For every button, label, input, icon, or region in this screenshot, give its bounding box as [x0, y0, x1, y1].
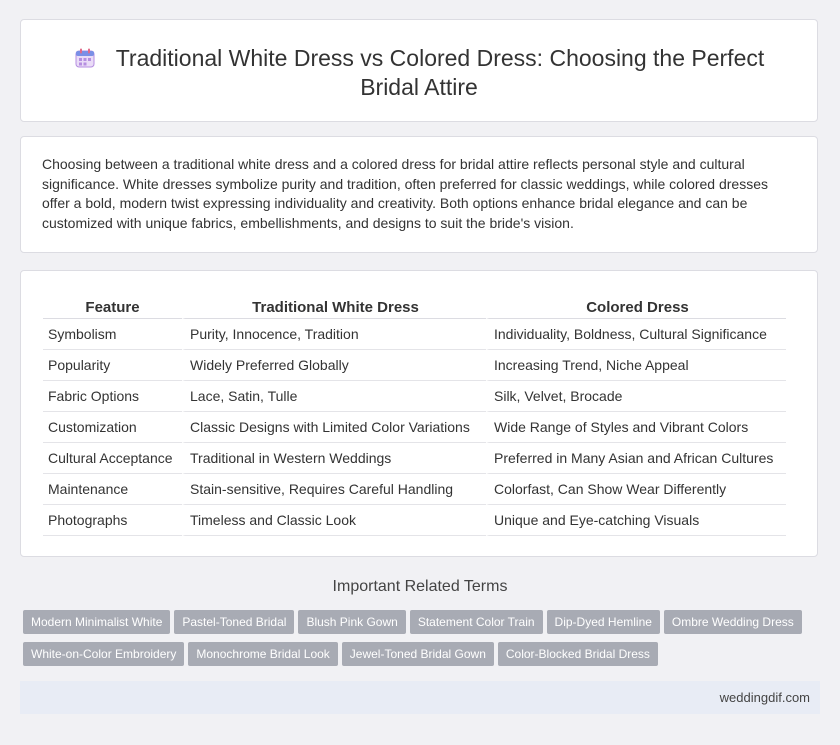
footer-site[interactable]: weddingdif.com: [720, 690, 810, 705]
header-feature: Feature: [43, 296, 182, 319]
table-row: Symbolism Purity, Innocence, Tradition I…: [43, 319, 786, 350]
intro-text: Choosing between a traditional white dre…: [42, 156, 769, 231]
table-cell: Timeless and Classic Look: [182, 505, 486, 536]
table-cell: Preferred in Many Asian and African Cult…: [486, 443, 786, 474]
tag-statement-color-train[interactable]: Statement Color Train: [409, 610, 543, 634]
tag-modern-minimalist-white[interactable]: Modern Minimalist White: [23, 610, 171, 634]
page-title: Traditional White Dress vs Colored Dress…: [115, 45, 765, 100]
footer-bar: weddingdif.com: [20, 681, 820, 714]
table-cell: Popularity: [43, 350, 182, 381]
table-cell: Lace, Satin, Tulle: [182, 381, 486, 412]
table-cell: Symbolism: [43, 319, 182, 350]
header-card: Traditional White Dress vs Colored Dress…: [20, 19, 818, 122]
tag-color-blocked-bridal-dress[interactable]: Color-Blocked Bridal Dress: [497, 642, 658, 666]
table-cell: Stain-sensitive, Requires Careful Handli…: [182, 474, 486, 505]
table-row: Customization Classic Designs with Limit…: [43, 412, 786, 443]
comparison-table: Feature Traditional White Dress Colored …: [43, 296, 786, 536]
table-cell: Maintenance: [43, 474, 182, 505]
tag-dip-dyed-hemline[interactable]: Dip-Dyed Hemline: [546, 610, 660, 634]
table-cell: Cultural Acceptance: [43, 443, 182, 474]
table-cell: Unique and Eye-catching Visuals: [486, 505, 786, 536]
table-row: Maintenance Stain-sensitive, Requires Ca…: [43, 474, 786, 505]
table-row: Cultural Acceptance Traditional in Weste…: [43, 443, 786, 474]
intro-card: Choosing between a traditional white dre…: [20, 136, 818, 253]
table-cell: Silk, Velvet, Brocade: [486, 381, 786, 412]
tag-monochrome-bridal-look[interactable]: Monochrome Bridal Look: [188, 642, 338, 666]
table-cell: Photographs: [43, 505, 182, 536]
table-cell: Purity, Innocence, Tradition: [182, 319, 486, 350]
table-cell: Customization: [43, 412, 182, 443]
related-terms-list: Modern Minimalist White Pastel-Toned Brid…: [23, 610, 823, 674]
tag-white-on-color-embroidery[interactable]: White-on-Color Embroidery: [23, 642, 185, 666]
table-row: Photographs Timeless and Classic Look Un…: [43, 505, 786, 536]
related-terms-title: Important Related Terms: [332, 578, 508, 595]
header-colored-dress: Colored Dress: [486, 296, 786, 319]
table-header-row: Feature Traditional White Dress Colored …: [43, 296, 786, 319]
table-cell: Classic Designs with Limited Color Varia…: [182, 412, 486, 443]
table-cell: Individuality, Boldness, Cultural Signif…: [486, 319, 786, 350]
comparison-card: Feature Traditional White Dress Colored …: [20, 270, 818, 557]
table-cell: Traditional in Western Weddings: [182, 443, 486, 474]
table-cell: Widely Preferred Globally: [182, 350, 486, 381]
page-title-wrap: Traditional White Dress vs Colored Dress…: [21, 44, 817, 102]
table-row: Popularity Widely Preferred Globally Inc…: [43, 350, 786, 381]
tag-ombre-wedding-dress[interactable]: Ombre Wedding Dress: [663, 610, 802, 634]
calendar-icon: [75, 48, 95, 68]
tag-blush-pink-gown[interactable]: Blush Pink Gown: [298, 610, 406, 634]
tag-pastel-toned-bridal[interactable]: Pastel-Toned Bridal: [174, 610, 295, 634]
header-white-dress: Traditional White Dress: [182, 296, 486, 319]
table-cell: Fabric Options: [43, 381, 182, 412]
table-cell: Increasing Trend, Niche Appeal: [486, 350, 786, 381]
table-cell: Colorfast, Can Show Wear Differently: [486, 474, 786, 505]
table-row: Fabric Options Lace, Satin, Tulle Silk, …: [43, 381, 786, 412]
table-cell: Wide Range of Styles and Vibrant Colors: [486, 412, 786, 443]
tag-jewel-toned-bridal-gown[interactable]: Jewel-Toned Bridal Gown: [341, 642, 494, 666]
